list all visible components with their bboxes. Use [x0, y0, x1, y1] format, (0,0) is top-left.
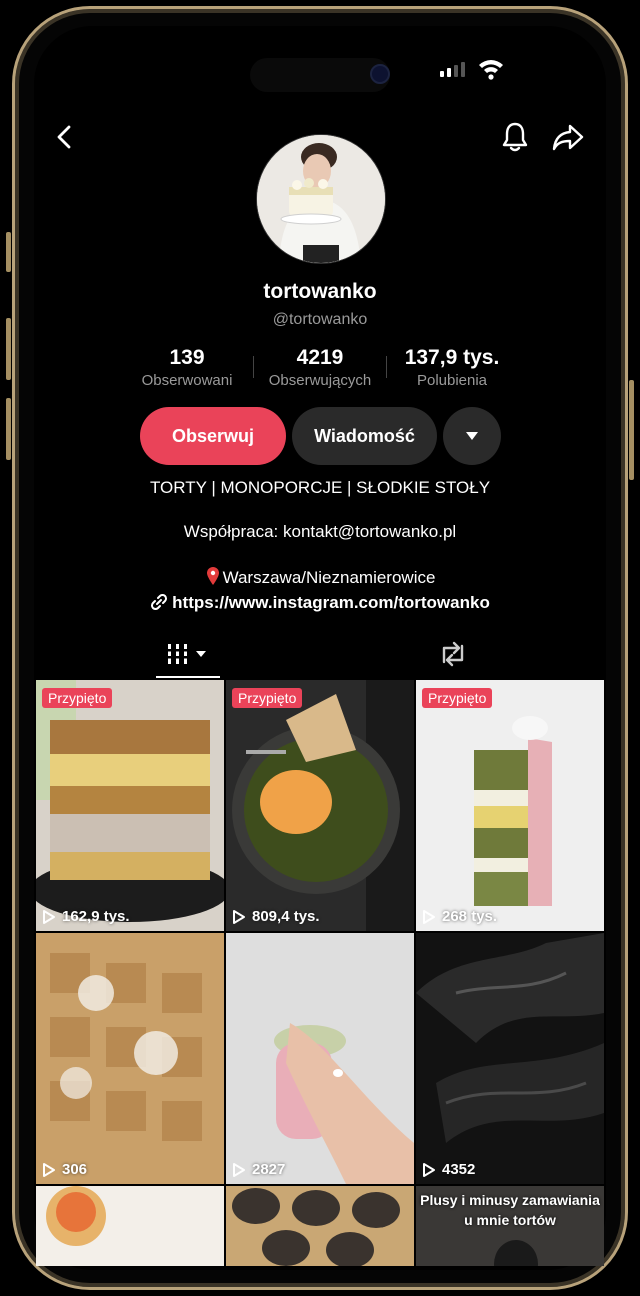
play-icon [43, 1162, 55, 1177]
video-caption: Plusy i minusy zamawiania u mnie tortów [420, 1192, 600, 1228]
view-count-text: 306 [62, 1161, 88, 1178]
play-icon [423, 1162, 435, 1177]
stat-divider [253, 356, 254, 378]
volume-down-button [6, 398, 11, 460]
stat-followers[interactable]: 4219 Obserwujących [256, 346, 384, 389]
active-tab-indicator [156, 676, 220, 678]
video-thumbnail [36, 933, 224, 1184]
view-count: 306 [42, 1161, 87, 1178]
bio-link-text: https://www.instagram.com/tortowanko [172, 593, 490, 612]
view-count-text: 4352 [442, 1161, 476, 1178]
stat-likes-label: Polubienia [416, 372, 488, 389]
video-thumbnail [226, 933, 414, 1184]
action-button [6, 232, 11, 272]
message-button[interactable]: Wiadomość [292, 407, 437, 465]
grid-tab-icon [166, 644, 206, 664]
play-icon [233, 909, 245, 924]
bio-link[interactable]: https://www.instagram.com/tortowanko [0, 593, 640, 613]
pinned-badge: Przypięto [422, 688, 493, 708]
avatar[interactable] [256, 134, 386, 264]
stat-following-value: 139 [169, 346, 205, 369]
stat-following-label: Obserwowani [141, 372, 233, 389]
stat-likes[interactable]: 137,9 tys. Polubienia [392, 346, 512, 389]
video-thumbnail [416, 680, 604, 931]
video-tile[interactable]: 306 [36, 933, 224, 1184]
share-icon[interactable] [551, 122, 585, 152]
video-thumbnail [226, 680, 414, 931]
video-tile[interactable]: 2827 [226, 933, 414, 1184]
video-thumbnail [36, 1186, 224, 1266]
video-tile[interactable]: 4352 [416, 933, 604, 1184]
bio-contact: Współpraca: kontakt@tortowanko.pl [183, 522, 457, 541]
username-handle: @tortowanko [272, 311, 368, 328]
link-icon [151, 593, 168, 611]
dynamic-island [250, 58, 390, 92]
video-thumbnail [416, 933, 604, 1184]
play-icon [43, 909, 55, 924]
video-thumbnail [226, 1186, 414, 1266]
view-count-text: 268 tys. [442, 908, 498, 925]
bio-location: Warszawa/Nieznamierowice [0, 566, 640, 588]
dropdown-triangle-icon [466, 432, 478, 440]
stat-following[interactable]: 139 Obserwowani [126, 346, 248, 389]
camera-icon [370, 64, 390, 84]
signal-icon [440, 62, 465, 77]
view-count-text: 2827 [252, 1161, 286, 1178]
video-thumbnail [36, 680, 224, 931]
stat-followers-value: 4219 [296, 346, 344, 369]
view-count: 162,9 tys. [42, 908, 130, 925]
view-count-text: 162,9 tys. [62, 908, 130, 925]
video-tile[interactable] [226, 1186, 414, 1266]
pinned-badge: Przypięto [232, 688, 303, 708]
back-chevron-icon[interactable] [54, 124, 74, 150]
view-count: 2827 [232, 1161, 285, 1178]
view-count: 4352 [422, 1161, 475, 1178]
more-options-button[interactable] [443, 407, 501, 465]
pinned-badge: Przypięto [42, 688, 113, 708]
video-tile[interactable]: Przypięto 268 tys. [416, 680, 604, 931]
play-icon [423, 909, 435, 924]
tab-reposts[interactable] [436, 640, 470, 668]
video-tile[interactable]: Przypięto 809,4 tys. [226, 680, 414, 931]
bell-icon[interactable] [500, 120, 530, 154]
video-tile[interactable]: Przypięto 162,9 tys. [36, 680, 224, 931]
video-tile[interactable] [36, 1186, 224, 1266]
bio-location-text: Warszawa/Nieznamierowice [222, 568, 436, 587]
location-pin-icon [206, 567, 219, 585]
power-button [629, 380, 634, 480]
stat-followers-label: Obserwujących [268, 372, 372, 389]
stat-divider [386, 356, 387, 378]
view-count: 809,4 tys. [232, 908, 320, 925]
bio-line: TORTY | MONOPORCJE | SŁODKIE STOŁY [149, 478, 491, 497]
video-tile[interactable]: Plusy i minusy zamawiania u mnie tortów [416, 1186, 604, 1266]
tab-videos[interactable] [166, 642, 214, 666]
display-name: tortowanko [263, 280, 377, 303]
stat-likes-value: 137,9 tys. [404, 346, 500, 369]
profile-tabs [36, 630, 604, 678]
wifi-icon [479, 60, 503, 80]
view-count-text: 809,4 tys. [252, 908, 320, 925]
play-icon [233, 1162, 245, 1177]
follow-button[interactable]: Obserwuj [140, 407, 286, 465]
repost-icon [442, 641, 464, 667]
view-count: 268 tys. [422, 908, 497, 925]
